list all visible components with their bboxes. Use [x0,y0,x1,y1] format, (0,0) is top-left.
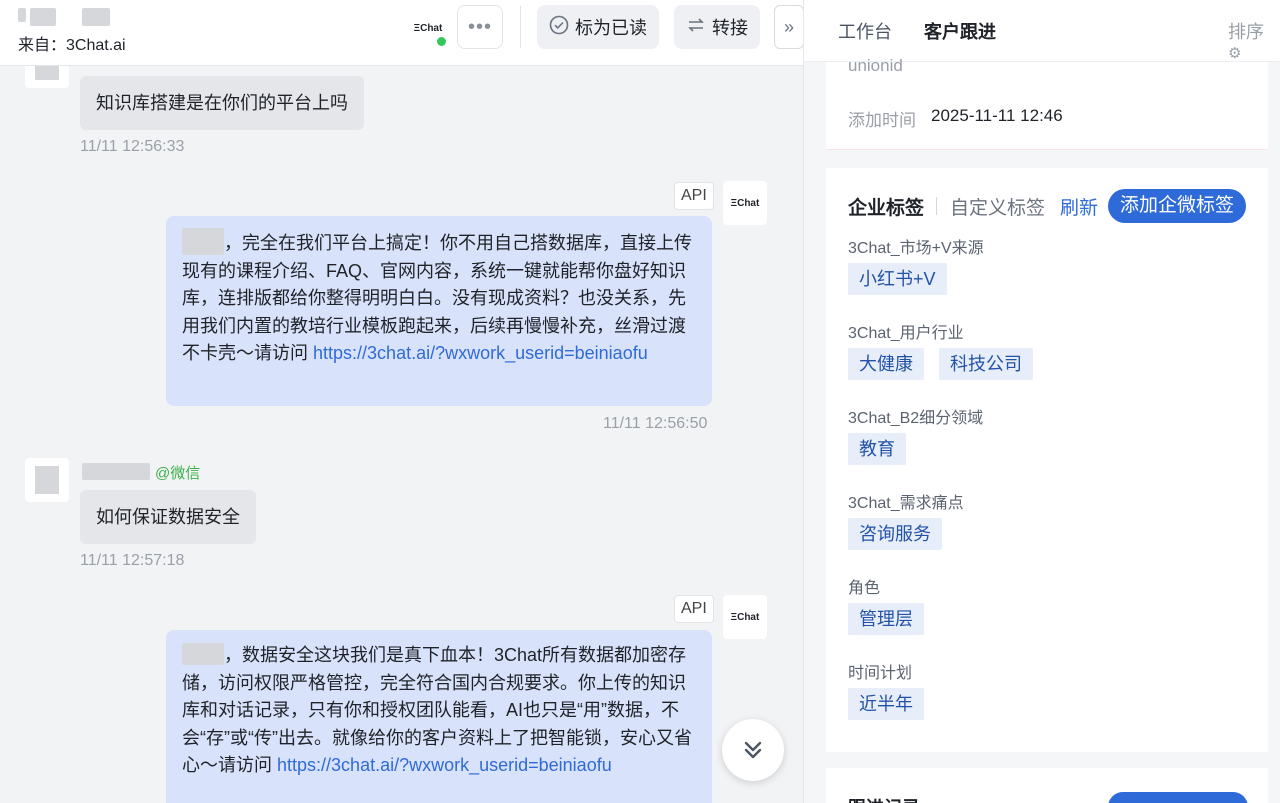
source-prefix: 来自： [18,37,67,54]
message-timestamp: 11/11 12:56:50 [603,415,708,432]
message-timestamp: 11/11 12:57:18 [80,552,185,569]
mark-read-label: 标为已读 [575,18,647,38]
tag-chip[interactable]: 近半年 [848,688,924,720]
tag-chip[interactable]: 教育 [848,433,906,465]
bot-avatar-icon: ΞChat [723,181,767,225]
api-source-badge: API [674,595,714,623]
tag-group-title: 3Chat_B2细分领域 [848,410,984,427]
message-bubble-outgoing: ，数据安全这块我们是真下血本！3Chat所有数据都加密存储，访问权限严格管控，完… [166,630,712,803]
tag-group-title: 3Chat_需求痛点 [848,495,964,512]
redacted-name [182,643,224,665]
scroll-to-bottom-button[interactable] [722,719,784,781]
tag-chip[interactable]: 科技公司 [939,348,1033,380]
contact-name-redacted [30,8,56,26]
divider [936,197,937,215]
customer-info-card: unionid 添加时间 2025-11-11 12:46 [826,56,1268,150]
source-value: 3Chat.ai [66,37,126,54]
message-bubble-outgoing: ，完全在我们平台上搞定！你不用自己搭数据库，直接上传现有的课程介绍、FAQ、官网… [166,216,712,406]
add-wecom-tag-button[interactable]: 添加企微标签 [1108,189,1247,223]
sender-platform-tag: @微信 [155,465,201,482]
add-time-label: 添加时间 [848,111,916,130]
bot-avatar-icon: ΞChat [723,595,767,639]
contact-name-redacted [18,8,26,22]
tag-chip[interactable]: 大健康 [848,348,924,380]
transfer-label: 转接 [712,18,748,38]
source-line: 来自：3Chat.ai [18,31,126,55]
transfer-button[interactable]: 转接 [674,5,760,49]
tab-enterprise-tags[interactable]: 企业标签 [848,193,924,220]
followup-card: 跟进记录 [826,768,1268,803]
tab-custom-tags[interactable]: 自定义标签 [950,193,1045,220]
tags-card: 企业标签 自定义标签 刷新 添加企微标签 3Chat_市场+V来源 小红书+V … [826,168,1268,752]
sort-label: 排序 [1228,22,1264,42]
double-chevron-down-icon [744,741,762,759]
chat-pane: 来自：3Chat.ai ΞChat ••• 标为已读 转接 » 知识库搭建是在你… [0,0,803,803]
unionid-label: unionid [848,56,903,75]
more-options-button[interactable]: ••• [457,5,503,49]
collapse-panel-button[interactable]: » [774,5,803,49]
sender-name-redacted [82,463,150,480]
sort-button[interactable]: 排序 ⚙ [1228,18,1280,65]
tab-workbench[interactable]: 工作台 [838,18,892,44]
message-bubble-incoming: 如何保证数据安全 [80,490,256,544]
add-time-value: 2025-11-11 12:46 [931,106,1063,125]
gear-icon: ⚙ [1228,45,1242,62]
tag-group-title: 3Chat_市场+V来源 [848,240,984,257]
tag-chip[interactable]: 咨询服务 [848,518,942,550]
message-timestamp: 11/11 12:56:33 [80,138,185,155]
contact-name-redacted [82,8,110,26]
divider [520,6,521,48]
chat-header: 来自：3Chat.ai ΞChat ••• 标为已读 转接 » [0,0,803,66]
tag-chip[interactable]: 管理层 [848,603,924,635]
tag-group-title: 3Chat_用户行业 [848,325,964,342]
add-followup-button[interactable] [1108,792,1248,803]
message-bubble-incoming: 知识库搭建是在你们的平台上吗 [80,76,364,130]
message-link[interactable]: https://3chat.ai/?wxwork_userid=beiniaof… [277,755,612,775]
panel-tabs: 工作台 客户跟进 排序 ⚙ [804,0,1280,62]
tag-group-title: 角色 [848,580,881,597]
tab-customer-followup[interactable]: 客户跟进 [924,18,996,44]
contact-avatar [25,458,69,502]
tag-group-title: 时间计划 [848,665,913,682]
avatar-placeholder [35,466,59,494]
message-link[interactable]: https://3chat.ai/?wxwork_userid=beiniaof… [313,343,648,363]
redacted-name [182,228,224,255]
tag-chip[interactable]: 小红书+V [848,263,947,295]
check-circle-icon [549,15,569,40]
refresh-link[interactable]: 刷新 [1060,193,1098,220]
customer-panel: 工作台 客户跟进 排序 ⚙ unionid 添加时间 2025-11-11 12… [803,0,1280,803]
api-source-badge: API [674,182,714,210]
swap-arrows-icon [686,15,706,40]
followup-title: 跟进记录 [848,794,920,803]
online-status-dot [435,35,448,48]
mark-read-button[interactable]: 标为已读 [537,5,659,49]
